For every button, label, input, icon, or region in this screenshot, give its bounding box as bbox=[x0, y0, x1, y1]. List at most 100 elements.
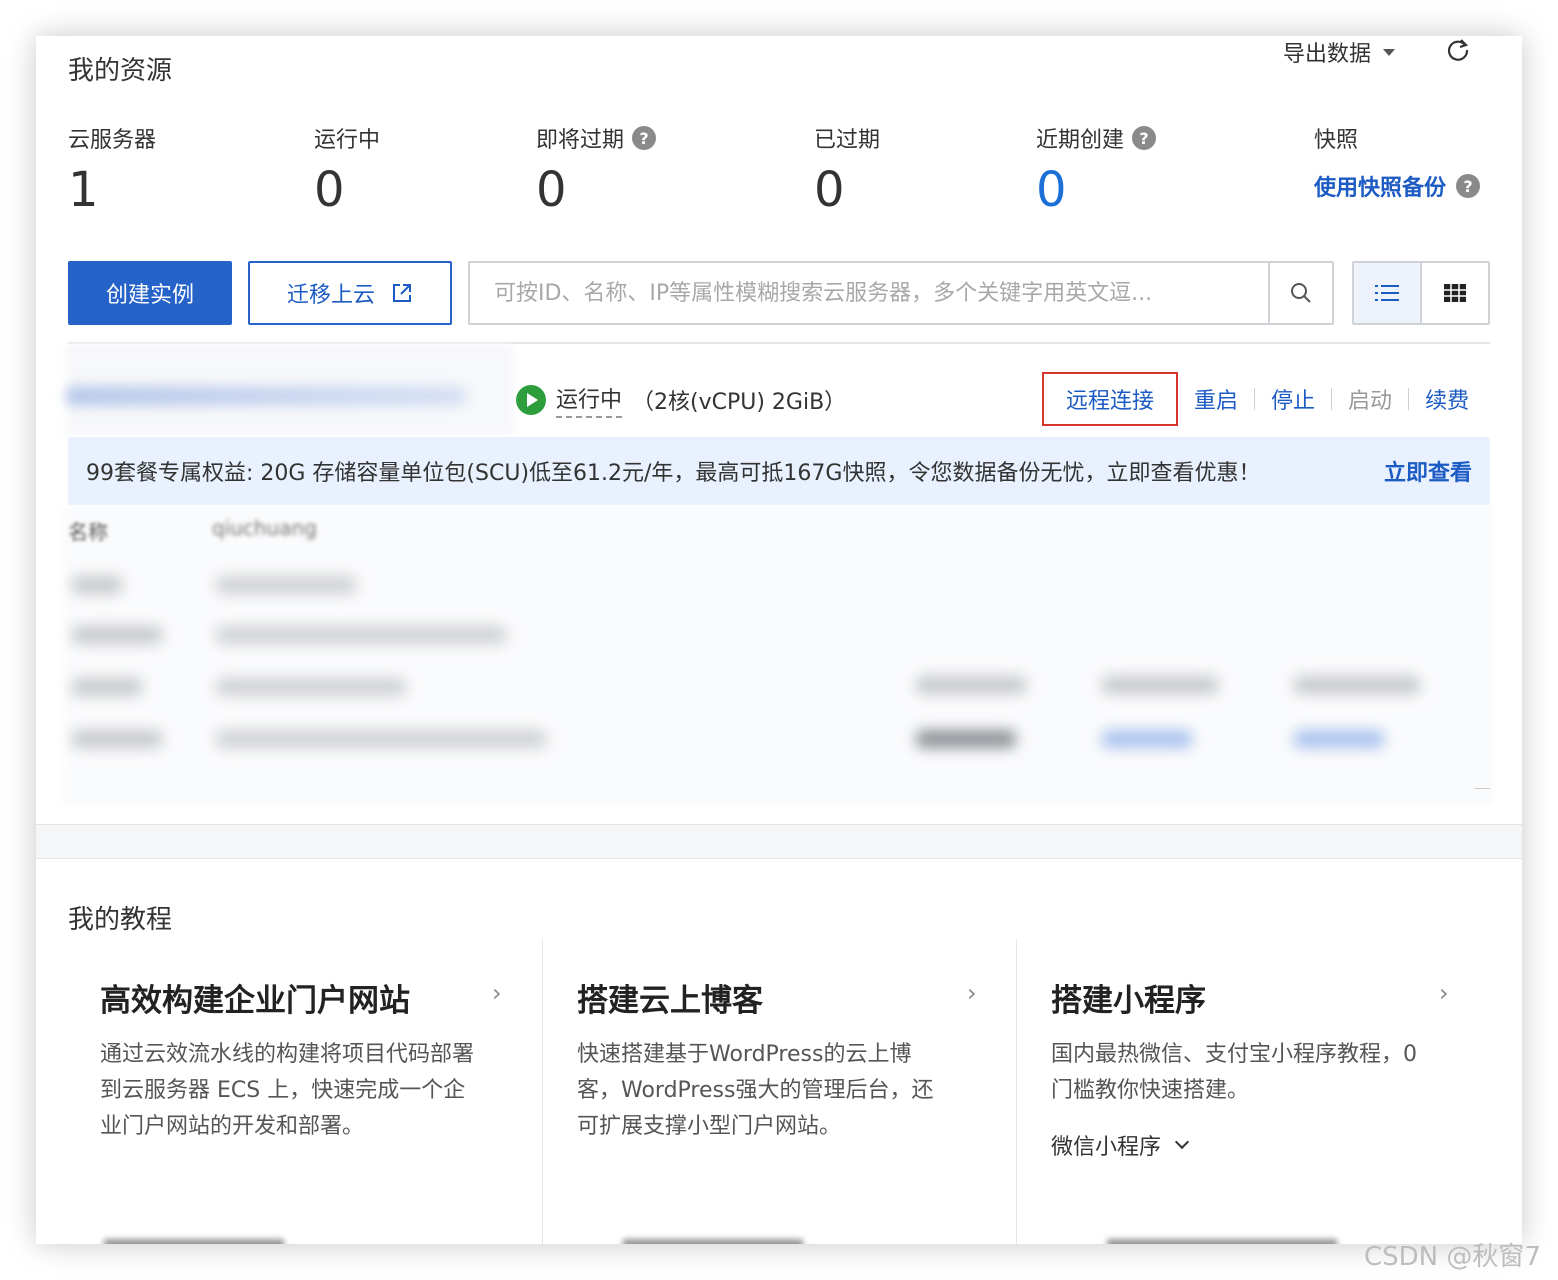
search-icon bbox=[1291, 283, 1311, 303]
migrate-cloud-button[interactable]: 迁移上云 bbox=[248, 261, 452, 325]
chevron-down-icon bbox=[1174, 1134, 1190, 1150]
stat-label: 已过期 bbox=[814, 128, 881, 153]
blurred-detail bbox=[1294, 676, 1420, 694]
clipped-text bbox=[1107, 1239, 1337, 1244]
blurred-detail bbox=[216, 626, 506, 644]
stat-label: 近期创建 bbox=[1036, 128, 1125, 153]
stat-value: 0 bbox=[814, 162, 845, 218]
help-icon[interactable]: ? bbox=[632, 126, 657, 150]
blurred-detail bbox=[72, 576, 122, 594]
blurred-detail bbox=[916, 676, 1026, 694]
grid-view-button[interactable] bbox=[1422, 263, 1488, 323]
desc-line: 通过云效流水线的构建将项目代码部署 bbox=[100, 1042, 475, 1067]
tutorial-card[interactable]: 搭建小程序 › 国内最热微信、支付宝小程序教程，0 门槛教你快速搭建。 微信小程… bbox=[1017, 939, 1487, 1244]
blurred-detail bbox=[72, 730, 162, 748]
blurred-detail bbox=[72, 678, 142, 696]
stat-value: 1 bbox=[68, 162, 99, 218]
view-toggle bbox=[1352, 261, 1490, 325]
section-gap bbox=[36, 824, 1522, 858]
tutorial-desc: 国内最热微信、支付宝小程序教程，0 门槛教你快速搭建。 bbox=[1051, 1037, 1417, 1109]
blurred-detail bbox=[916, 730, 1016, 748]
chevron-right-icon: › bbox=[1439, 979, 1449, 1007]
promo-banner: 99套餐专属权益: 20G 存储容量单位包(SCU)低至61.2元/年，最高可抵… bbox=[68, 437, 1490, 505]
list-view-button[interactable] bbox=[1354, 263, 1422, 323]
stat-snapshot: 快照 使用快照备份? bbox=[1314, 122, 1481, 202]
refresh-icon[interactable] bbox=[1444, 36, 1472, 64]
stop-button[interactable]: 停止 bbox=[1255, 372, 1331, 426]
blurred-link[interactable] bbox=[1294, 730, 1384, 748]
list-icon bbox=[1375, 285, 1399, 301]
help-icon[interactable]: ? bbox=[1456, 174, 1481, 198]
export-data-dropdown[interactable]: 导出数据 bbox=[1283, 36, 1396, 68]
tutorial-desc: 通过云效流水线的构建将项目代码部署 到云服务器 ECS 上，快速完成一个企 业门… bbox=[100, 1037, 474, 1145]
desc-line: 门槛教你快速搭建。 bbox=[1051, 1078, 1250, 1103]
stat-value: 0 bbox=[536, 162, 567, 218]
table-icon bbox=[1444, 284, 1466, 302]
remote-connect-button[interactable]: 远程连接 bbox=[1042, 372, 1179, 426]
stat-value: 0 bbox=[1036, 162, 1067, 218]
tutorials-title: 我的教程 bbox=[68, 905, 173, 935]
tutorial-title: 搭建云上博客 bbox=[577, 983, 763, 1019]
detail-name-value: qiuchuang bbox=[212, 516, 317, 540]
stat-label: 快照 bbox=[1314, 128, 1359, 153]
desc-line: 国内最热微信、支付宝小程序教程，0 bbox=[1051, 1042, 1417, 1067]
clipped-text bbox=[104, 1239, 284, 1244]
blurred-detail bbox=[1102, 676, 1218, 694]
caret-down-icon bbox=[1383, 48, 1396, 56]
stat-label: 云服务器 bbox=[68, 128, 157, 153]
desc-line: 到云服务器 ECS 上，快速完成一个企 bbox=[100, 1078, 466, 1103]
desc-line: 可扩展支撑小型门户网站。 bbox=[577, 1114, 842, 1139]
stat-expired[interactable]: 已过期 0 bbox=[814, 122, 880, 220]
start-button[interactable]: 启动 bbox=[1332, 372, 1408, 426]
blurred-detail bbox=[72, 626, 162, 644]
instance-details-blurred bbox=[64, 506, 1494, 806]
create-instance-button[interactable]: 创建实例 bbox=[68, 261, 232, 325]
detail-name-key: 名称 bbox=[68, 520, 108, 544]
stat-value: 0 bbox=[314, 162, 345, 218]
resources-title: 我的资源 bbox=[68, 56, 173, 86]
stat-cloud-servers[interactable]: 云服务器 1 bbox=[68, 122, 156, 220]
blurred-detail bbox=[216, 576, 356, 594]
stat-label: 运行中 bbox=[314, 128, 381, 153]
stat-expiring[interactable]: 即将过期? 0 bbox=[536, 122, 657, 220]
blurred-detail bbox=[216, 678, 406, 696]
tutorial-title: 搭建小程序 bbox=[1051, 983, 1206, 1019]
blurred-link[interactable] bbox=[1102, 730, 1192, 748]
status-text[interactable]: 运行中 bbox=[556, 382, 623, 418]
console-panel: 我的资源 导出数据 云服务器 1 运行中 0 即将过期? 0 已过期 0 近期创… bbox=[36, 36, 1522, 1244]
snapshot-backup-link[interactable]: 使用快照备份 bbox=[1314, 170, 1446, 202]
desc-line: 客，WordPress强大的管理后台，还 bbox=[577, 1078, 934, 1103]
external-link-icon bbox=[393, 284, 411, 302]
tutorial-card[interactable]: 高效构建企业门户网站 › 通过云效流水线的构建将项目代码部署 到云服务器 ECS… bbox=[68, 939, 543, 1244]
clipped-text bbox=[623, 1239, 803, 1244]
tutorial-card[interactable]: 搭建云上博客 › 快速搭建基于WordPress的云上博 客，WordPress… bbox=[543, 939, 1017, 1244]
tutorial-desc: 快速搭建基于WordPress的云上博 客，WordPress强大的管理后台，还… bbox=[577, 1037, 933, 1145]
divider bbox=[1474, 788, 1490, 789]
desc-line: 业门户网站的开发和部署。 bbox=[100, 1114, 365, 1139]
select-value: 微信小程序 bbox=[1051, 1135, 1162, 1160]
stat-running[interactable]: 运行中 0 bbox=[314, 122, 380, 220]
renew-button[interactable]: 续费 bbox=[1409, 372, 1485, 426]
instance-actions: 远程连接 重启 停止 启动 续费 bbox=[1042, 372, 1485, 426]
running-status-icon bbox=[516, 385, 546, 415]
instance-status: 运行中 （2核(vCPU) 2GiB） bbox=[516, 382, 846, 418]
stat-label: 即将过期 bbox=[536, 128, 625, 153]
help-icon[interactable]: ? bbox=[1132, 126, 1157, 150]
migrate-label: 迁移上云 bbox=[286, 283, 375, 308]
export-label: 导出数据 bbox=[1283, 42, 1372, 67]
resources-card: 我的资源 导出数据 云服务器 1 运行中 0 即将过期? 0 已过期 0 近期创… bbox=[36, 36, 1522, 824]
search-input[interactable] bbox=[470, 263, 1268, 323]
stat-recent-created[interactable]: 近期创建? 0 bbox=[1036, 122, 1157, 220]
watermark: CSDN @秋窗7 bbox=[1364, 1242, 1541, 1272]
chevron-right-icon: › bbox=[967, 979, 977, 1007]
search-button[interactable] bbox=[1268, 263, 1332, 323]
instance-name-blurred[interactable] bbox=[66, 386, 466, 406]
restart-button[interactable]: 重启 bbox=[1178, 372, 1254, 426]
tutorial-title: 高效构建企业门户网站 bbox=[100, 983, 410, 1019]
banner-text: 99套餐专属权益: 20G 存储容量单位包(SCU)低至61.2元/年，最高可抵… bbox=[86, 461, 1261, 486]
chevron-right-icon: › bbox=[492, 979, 502, 1007]
instance-spec: （2核(vCPU) 2GiB） bbox=[632, 390, 847, 415]
tutorials-card: 我的教程 高效构建企业门户网站 › 通过云效流水线的构建将项目代码部署 到云服务… bbox=[36, 858, 1522, 1244]
view-now-link[interactable]: 立即查看 bbox=[1384, 455, 1472, 487]
mini-program-select[interactable]: 微信小程序 bbox=[1051, 1129, 1190, 1161]
